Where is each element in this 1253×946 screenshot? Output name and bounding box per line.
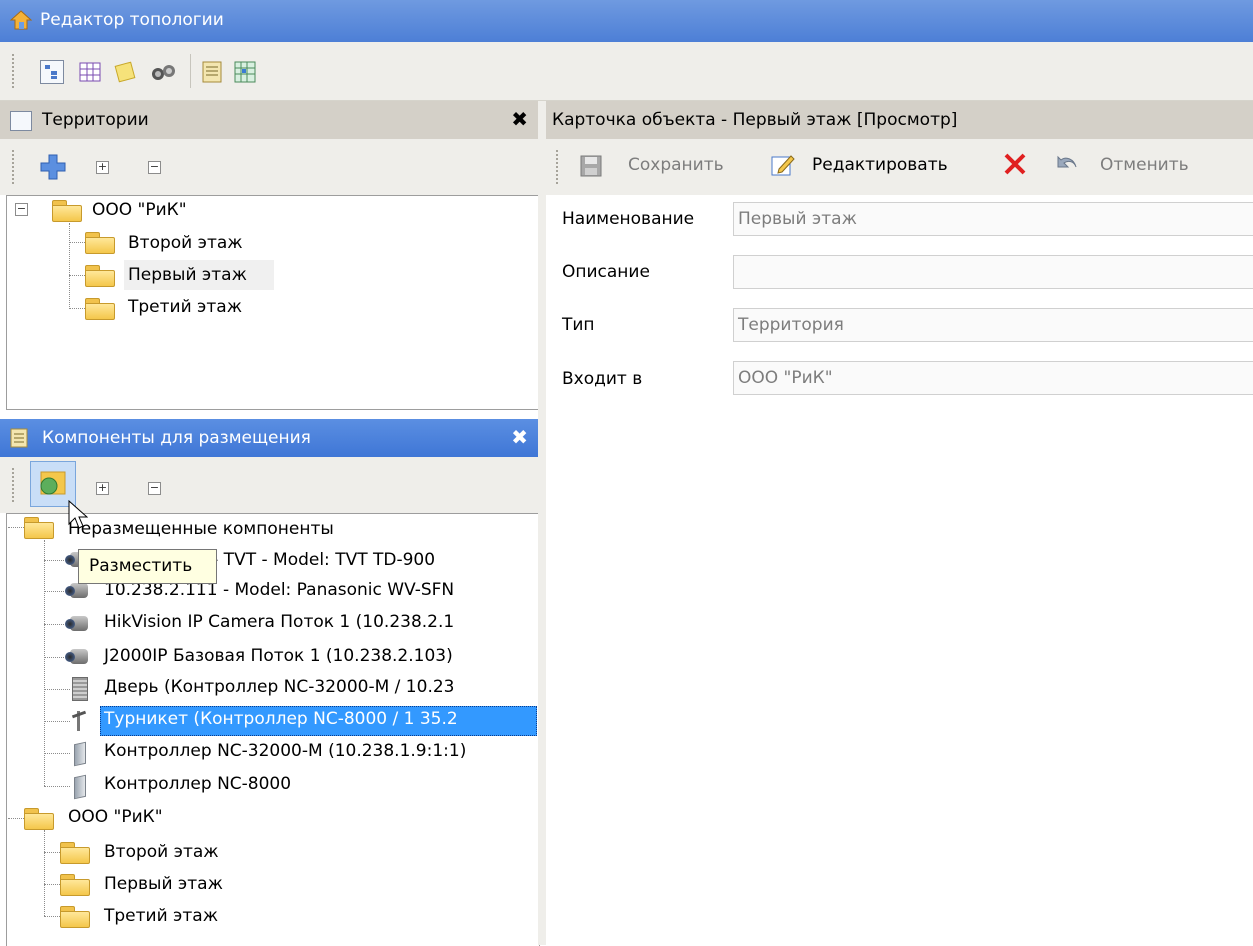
tree-line bbox=[44, 830, 45, 916]
component-item[interactable]: Дверь (Контроллер NC-32000-M / 10.23 bbox=[104, 677, 454, 697]
parent-label: Входит в bbox=[562, 369, 643, 389]
toolbar-grip[interactable] bbox=[12, 150, 18, 184]
components-title: Компоненты для размещения bbox=[42, 428, 311, 448]
app-icon bbox=[9, 9, 33, 31]
territories-toolbar: + − bbox=[0, 139, 538, 195]
description-field[interactable] bbox=[733, 255, 1253, 289]
tree-node-floor-1[interactable]: Первый этаж bbox=[128, 265, 247, 285]
tree-line bbox=[44, 560, 64, 561]
territories-pane-header: Территории ✖ bbox=[0, 101, 538, 140]
type-field[interactable]: Территория bbox=[733, 308, 1253, 342]
window-title: Редактор топологии bbox=[40, 10, 224, 30]
notes-icon[interactable] bbox=[113, 59, 137, 83]
component-item[interactable]: J2000IP Базовая Поток 1 (10.238.2.103) bbox=[104, 646, 453, 666]
camera-icon bbox=[64, 614, 90, 634]
title-bar: Редактор топологии bbox=[0, 0, 1253, 42]
map-grid-icon[interactable] bbox=[233, 60, 257, 84]
tree-line bbox=[69, 308, 85, 309]
toolbar-grip[interactable] bbox=[556, 150, 562, 184]
components-icon bbox=[10, 428, 28, 448]
group-unplaced[interactable]: Неразмещенные компоненты bbox=[68, 519, 334, 539]
tree-line bbox=[69, 275, 85, 276]
description-label: Описание bbox=[562, 262, 650, 282]
list-icon[interactable] bbox=[200, 60, 224, 84]
tree-line bbox=[44, 591, 64, 592]
controller-icon bbox=[74, 741, 86, 767]
folder-icon bbox=[60, 841, 90, 864]
tree-line bbox=[44, 721, 70, 722]
delete-icon[interactable] bbox=[1002, 151, 1028, 177]
pane-splitter[interactable] bbox=[538, 101, 546, 945]
edit-button[interactable]: Редактировать bbox=[812, 155, 948, 175]
folder-icon bbox=[60, 873, 90, 896]
tree-line bbox=[44, 624, 64, 625]
name-field[interactable]: Первый этаж bbox=[733, 202, 1253, 236]
components-pane-header: Компоненты для размещения ✖ bbox=[0, 419, 538, 458]
controller-icon bbox=[74, 774, 86, 800]
undo-icon bbox=[1052, 153, 1080, 177]
toolbar-separator bbox=[190, 54, 191, 88]
tree-line bbox=[44, 689, 70, 690]
expand-all-button[interactable]: + bbox=[96, 482, 109, 495]
collapse-node-toggle[interactable]: − bbox=[15, 203, 28, 216]
object-card-title: Карточка объекта - Первый этаж [Просмотр… bbox=[552, 110, 958, 130]
folder-icon bbox=[85, 231, 115, 254]
tree-line bbox=[44, 884, 60, 885]
tree-line bbox=[44, 916, 60, 917]
tree-node-root[interactable]: ООО "РиК" bbox=[92, 200, 187, 220]
close-components-button[interactable]: ✖ bbox=[511, 425, 528, 449]
component-item-selected[interactable]: Турникет (Контроллер NC-8000 / 1 35.2 bbox=[104, 709, 458, 729]
type-label: Тип bbox=[562, 315, 595, 335]
tree-line bbox=[44, 657, 64, 658]
component-item[interactable]: Третий этаж bbox=[104, 906, 218, 926]
group-organization[interactable]: ООО "РиК" bbox=[68, 807, 163, 827]
collapse-all-button[interactable]: − bbox=[148, 161, 161, 174]
tree-line bbox=[69, 223, 70, 309]
parent-field[interactable]: ООО "РиК" bbox=[733, 361, 1253, 395]
tree-line bbox=[69, 242, 85, 243]
tree-line bbox=[44, 852, 60, 853]
tree-line bbox=[44, 753, 70, 754]
door-icon bbox=[72, 677, 88, 701]
tree-view-icon[interactable] bbox=[40, 60, 64, 84]
tree-node-floor-3[interactable]: Третий этаж bbox=[128, 297, 242, 317]
folder-icon bbox=[85, 297, 115, 320]
turnstile-icon bbox=[70, 709, 86, 731]
close-territories-button[interactable]: ✖ bbox=[511, 107, 528, 131]
territories-icon bbox=[10, 111, 32, 131]
folder-icon bbox=[24, 807, 54, 830]
toolbar-grip[interactable] bbox=[12, 54, 18, 88]
camera-icon bbox=[64, 581, 90, 601]
binoculars-icon[interactable] bbox=[150, 59, 175, 83]
object-card-toolbar: Сохранить Редактировать Отменить bbox=[546, 139, 1253, 195]
folder-icon bbox=[60, 905, 90, 928]
collapse-all-button[interactable]: − bbox=[148, 482, 161, 495]
cursor-icon bbox=[68, 499, 89, 530]
component-item[interactable]: Контроллер NC-8000 bbox=[104, 774, 291, 794]
expand-all-button[interactable]: + bbox=[96, 161, 109, 174]
tree-node-floor-2[interactable]: Второй этаж bbox=[128, 233, 243, 253]
main-toolbar bbox=[0, 42, 1253, 101]
cancel-button[interactable]: Отменить bbox=[1100, 155, 1189, 175]
grid-icon[interactable] bbox=[78, 60, 102, 84]
territories-title: Территории bbox=[42, 110, 149, 130]
name-label: Наименование bbox=[562, 209, 695, 229]
folder-icon bbox=[85, 264, 115, 287]
component-item[interactable]: Первый этаж bbox=[104, 874, 223, 894]
edit-icon bbox=[770, 152, 796, 178]
add-icon[interactable] bbox=[38, 152, 68, 182]
object-card-header: Карточка объекта - Первый этаж [Просмотр… bbox=[546, 101, 1253, 140]
tooltip: Разместить bbox=[78, 549, 217, 584]
folder-icon bbox=[52, 199, 82, 222]
save-icon bbox=[580, 155, 602, 177]
tree-line bbox=[44, 540, 45, 786]
tree-line bbox=[44, 786, 70, 787]
component-item[interactable]: Контроллер NC-32000-M (10.238.1.9:1:1) bbox=[104, 741, 466, 761]
camera-icon bbox=[64, 647, 90, 667]
component-item[interactable]: Второй этаж bbox=[104, 842, 219, 862]
folder-icon bbox=[24, 516, 54, 539]
toolbar-grip[interactable] bbox=[12, 468, 18, 502]
component-item[interactable]: HikVision IP Camera Поток 1 (10.238.2.1 bbox=[104, 612, 454, 632]
save-button[interactable]: Сохранить bbox=[628, 155, 724, 175]
